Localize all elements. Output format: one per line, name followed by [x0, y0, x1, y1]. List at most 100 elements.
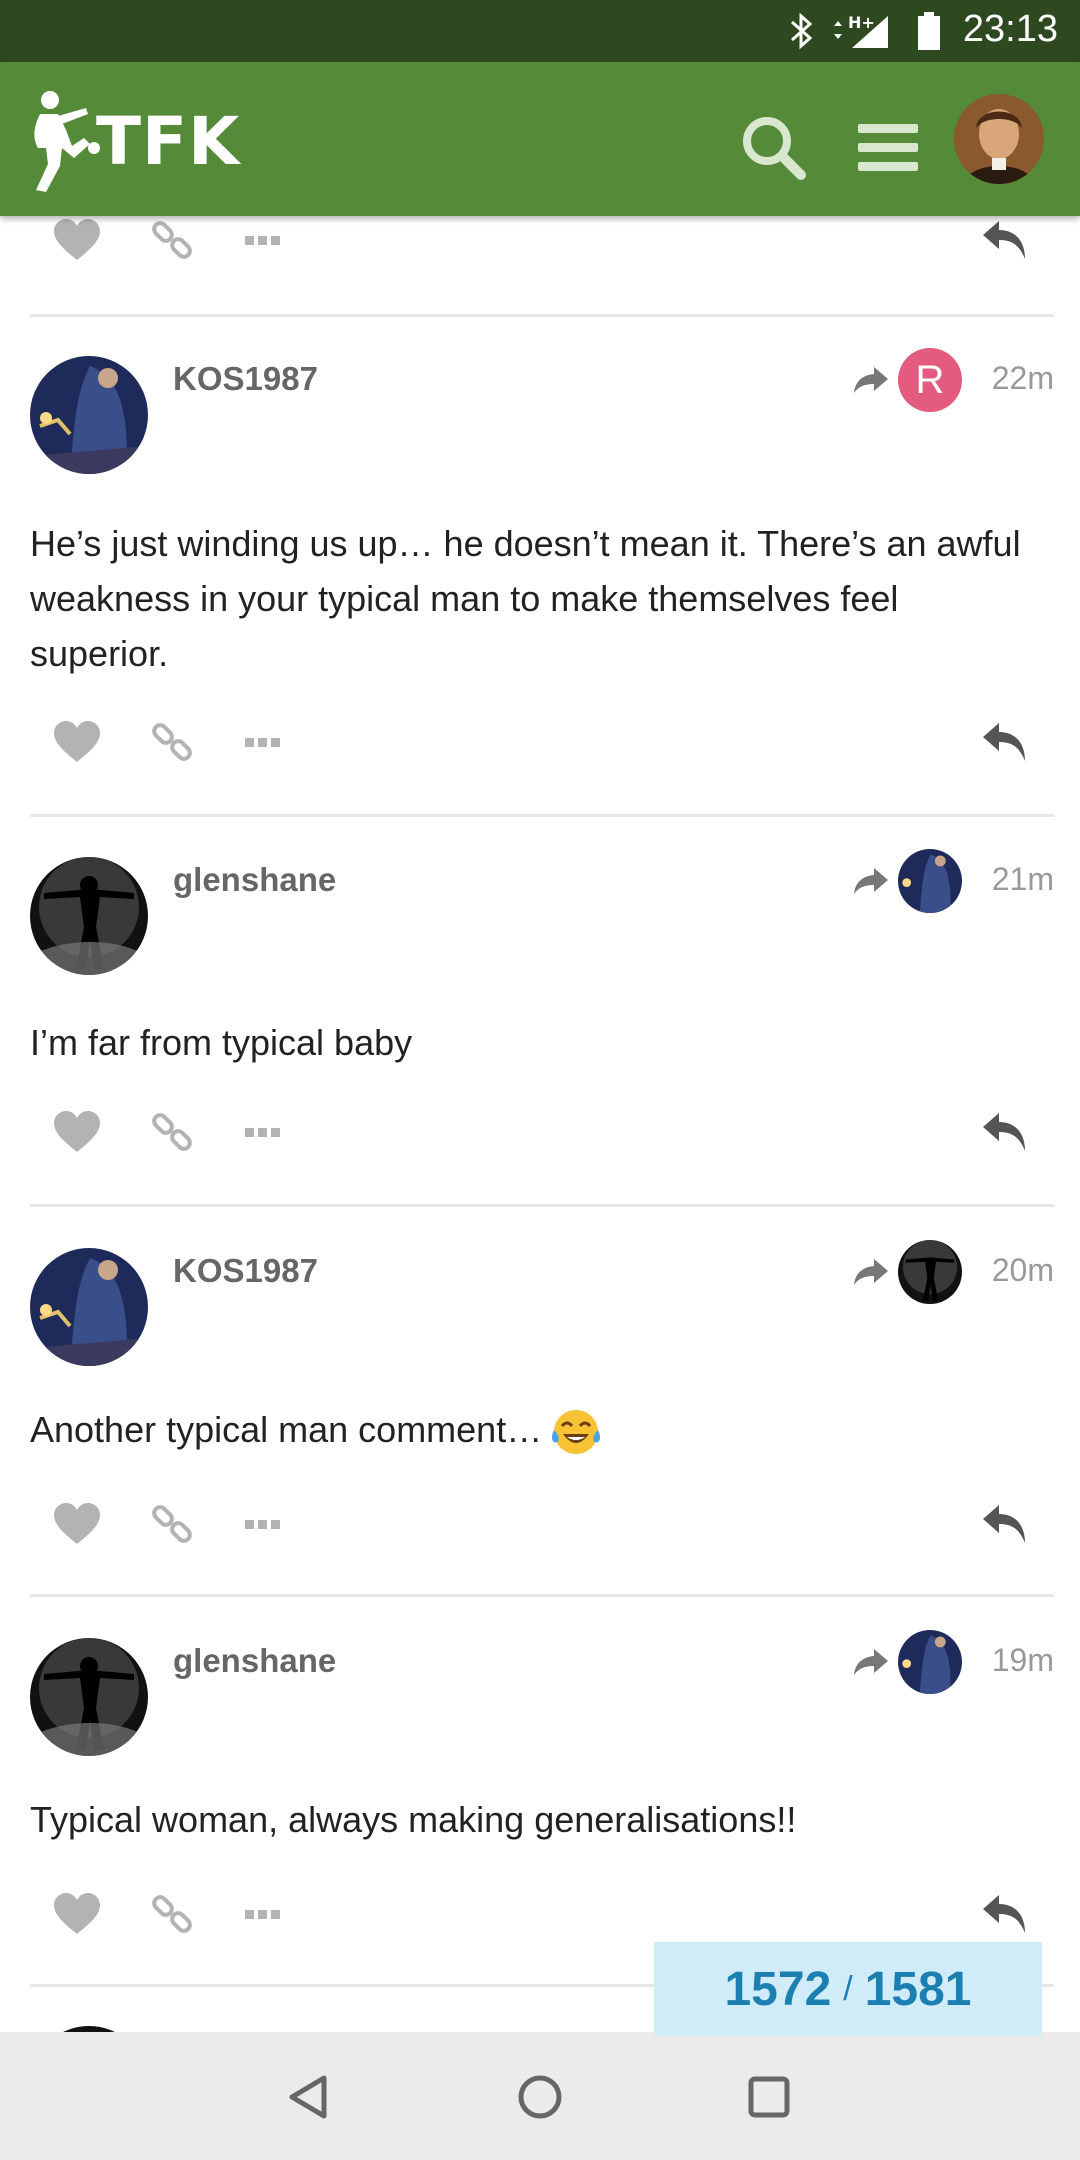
progress-separator: /	[843, 1969, 853, 2008]
author-avatar[interactable]	[30, 1248, 148, 1366]
progress-total: 1581	[864, 1962, 972, 2016]
kos-avatar-image	[30, 356, 148, 474]
reply-button[interactable]	[970, 1494, 1040, 1554]
like-button[interactable]	[42, 1494, 112, 1554]
bluetooth-icon	[791, 12, 813, 50]
reply-button[interactable]	[970, 712, 1040, 772]
link-icon	[152, 1895, 192, 1933]
post-age[interactable]: 20m	[992, 1252, 1054, 1289]
share-link-button[interactable]	[138, 1494, 208, 1554]
back-triangle-icon	[289, 2075, 327, 2119]
data-arrows-icon: H+	[834, 13, 888, 48]
like-button[interactable]	[42, 1884, 112, 1944]
battery-icon	[918, 12, 940, 50]
heart-icon	[54, 219, 100, 260]
ellipsis-icon	[245, 1128, 280, 1137]
share-link-button[interactable]	[138, 1102, 208, 1162]
more-button[interactable]	[228, 1494, 298, 1554]
search-icon	[743, 117, 806, 180]
share-reply-arrow-icon	[854, 868, 888, 894]
post-actions	[30, 712, 1054, 772]
reply-button[interactable]	[970, 1102, 1040, 1162]
search-button[interactable]	[734, 108, 814, 188]
post-age[interactable]: 19m	[992, 1642, 1054, 1679]
ellipsis-icon	[245, 1910, 280, 1919]
more-button[interactable]	[228, 1102, 298, 1162]
progress-current: 1572	[724, 1962, 832, 2016]
post-actions	[30, 1494, 1054, 1554]
tears-of-joy-emoji	[552, 1410, 601, 1455]
reply-to-indicator[interactable]	[852, 1240, 962, 1304]
post-username[interactable]: KOS1987	[173, 360, 318, 398]
reply-to-indicator[interactable]: R	[852, 348, 962, 412]
reply-to-avatar	[898, 849, 962, 913]
post-divider	[30, 314, 1054, 317]
post-username[interactable]: glenshane	[173, 1642, 336, 1680]
reply-to-avatar	[898, 1630, 962, 1694]
kos-avatar-image	[898, 849, 962, 913]
home-button[interactable]	[505, 2062, 575, 2132]
link-icon	[152, 1505, 192, 1543]
post-divider	[30, 814, 1054, 817]
share-reply-arrow-icon	[854, 1649, 888, 1675]
post-username[interactable]: KOS1987	[173, 1252, 318, 1290]
more-button[interactable]	[228, 1884, 298, 1944]
heart-icon	[54, 1893, 100, 1934]
post-divider	[30, 1594, 1054, 1597]
post-age[interactable]: 22m	[992, 360, 1054, 397]
author-avatar[interactable]	[30, 356, 148, 474]
post-username[interactable]: glenshane	[173, 861, 336, 899]
author-avatar[interactable]	[30, 1638, 148, 1756]
heart-icon	[54, 1111, 100, 1152]
post-actions	[30, 1884, 1054, 1944]
reply-to-indicator[interactable]	[852, 849, 962, 913]
post-actions	[30, 216, 1054, 270]
share-link-button[interactable]	[138, 1884, 208, 1944]
glenshane-avatar-image	[30, 857, 148, 975]
more-button[interactable]	[228, 712, 298, 772]
logo-text: TFK	[96, 102, 241, 180]
reply-to-indicator[interactable]	[852, 1630, 962, 1694]
post-body: Typical woman, always making generalisat…	[30, 1799, 797, 1840]
link-icon	[152, 1113, 192, 1151]
post-body-text: Another typical man comment…	[30, 1409, 543, 1450]
share-reply-arrow-icon	[854, 367, 888, 393]
clock: 23:13	[962, 8, 1058, 50]
reply-button[interactable]	[970, 216, 1040, 270]
back-button[interactable]	[274, 2062, 344, 2132]
post-actions	[30, 1102, 1054, 1162]
like-button[interactable]	[42, 216, 112, 270]
author-avatar[interactable]	[30, 857, 148, 975]
topic-stream[interactable]: KOS1987 R 22m He’s just winding us up… h…	[0, 216, 1080, 2032]
link-icon	[152, 723, 192, 761]
reply-arrow-icon	[983, 221, 1025, 259]
post-body: I’m far from typical baby	[30, 1022, 413, 1063]
recents-button[interactable]	[734, 2062, 804, 2132]
share-link-button[interactable]	[138, 216, 208, 270]
more-button[interactable]	[228, 216, 298, 270]
home-circle-icon	[518, 2075, 562, 2119]
post-body: Another typical man comment…	[30, 1402, 1030, 1458]
system-nav-bar	[0, 2032, 1080, 2160]
status-bar: H+ 23:13	[0, 0, 1080, 62]
reply-arrow-icon	[983, 1895, 1025, 1933]
reply-arrow-icon	[983, 723, 1025, 761]
ellipsis-icon	[245, 1520, 280, 1529]
menu-button[interactable]	[848, 108, 928, 188]
user-avatar-image	[954, 94, 1044, 184]
like-button[interactable]	[42, 1102, 112, 1162]
footballer-logo-icon	[34, 91, 100, 192]
post-divider	[30, 1204, 1054, 1207]
network-type-label: H+	[848, 13, 875, 32]
like-button[interactable]	[42, 712, 112, 772]
app-header: TFK	[0, 62, 1080, 216]
user-avatar[interactable]	[954, 94, 1044, 184]
link-icon	[152, 221, 192, 259]
topic-progress-indicator[interactable]: 1572 / 1581	[654, 1942, 1042, 2036]
reply-button[interactable]	[970, 1884, 1040, 1944]
share-link-button[interactable]	[138, 712, 208, 772]
ellipsis-icon	[245, 738, 280, 747]
post-age[interactable]: 21m	[992, 861, 1054, 898]
site-logo[interactable]: TFK	[28, 86, 240, 196]
kos-avatar-image	[30, 1248, 148, 1366]
